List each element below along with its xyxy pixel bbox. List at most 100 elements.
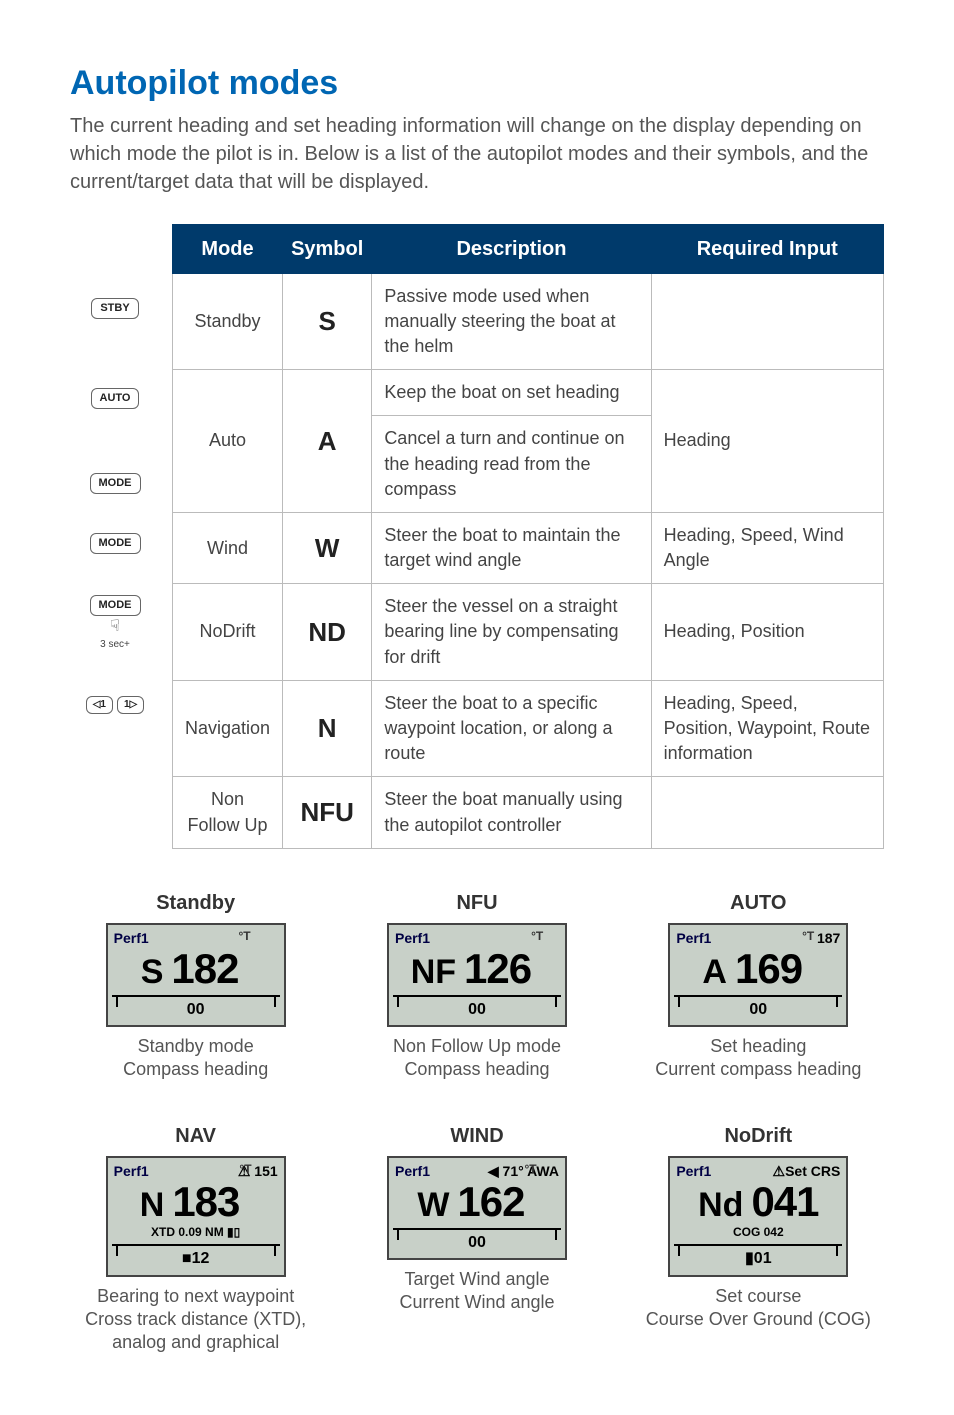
mode-req-cell: Heading — [651, 370, 883, 513]
modes-tbody: StandbySPassive mode used when manually … — [173, 273, 884, 848]
lcd-screen: Perf1⚠ 151N183°TXTD 0.09 NM ▮▯■12 — [106, 1156, 286, 1277]
mode-name-cell: Navigation — [173, 680, 283, 777]
lcd-mode-symbol: N — [140, 1188, 165, 1222]
perf-label: Perf1 — [395, 929, 430, 949]
mode-desc-cell: Passive mode used when manually steering… — [372, 273, 651, 370]
table-row: NonFollow UpNFUSteer the boat manually u… — [173, 777, 884, 848]
lcd-mode-symbol: NF — [411, 955, 456, 989]
table-row: NavigationNSteer the boat to a specific … — [173, 680, 884, 777]
mode-symbol-cell: W — [283, 512, 372, 583]
lcd-bottom-value: 00 — [468, 1001, 486, 1018]
lcd-header-right: 187 — [817, 929, 840, 949]
display-title: NoDrift — [633, 1122, 884, 1150]
lcd-screen: Perf1187A169°T00 — [668, 923, 848, 1027]
modes-table: Mode Symbol Description Required Input S… — [172, 224, 884, 849]
mode-longpress-icon: MODE☟3 sec+ — [90, 595, 141, 653]
lcd-screen: Perf1NF126°T00 — [387, 923, 567, 1027]
perf-label: Perf1 — [676, 1162, 711, 1182]
mode-icon: ◁11▷ — [70, 674, 160, 736]
display-panel: WINDPerf1◀ 71° AWAW162°T00Target Wind an… — [351, 1122, 602, 1355]
display-title: NFU — [351, 889, 602, 917]
th-symbol: Symbol — [283, 224, 372, 273]
lcd-screen: Perf1S182°T 00 — [106, 923, 286, 1027]
display-caption: Non Follow Up modeCompass heading — [351, 1035, 602, 1082]
mode-symbol-cell: NFU — [283, 777, 372, 848]
display-panel: NFUPerf1NF126°T00Non Follow Up modeCompa… — [351, 889, 602, 1082]
mode-icon: MODE☟3 sec+ — [70, 574, 160, 674]
mode-name-cell: Auto — [173, 370, 283, 513]
lcd-bottom: 00 — [114, 997, 278, 1023]
mode-key-icon: MODE — [90, 533, 141, 554]
mode-icon: AUTO — [70, 344, 160, 454]
lcd-mode-symbol: Nd — [698, 1188, 743, 1222]
display-title: AUTO — [633, 889, 884, 917]
lcd-main-row: W162°T — [395, 1181, 559, 1223]
lcd-main-row: Nd041 — [676, 1181, 840, 1223]
display-title: NAV — [70, 1122, 321, 1150]
lcd-subline: COG 042 — [676, 1224, 840, 1241]
lcd-bottom-value: ■12 — [182, 1250, 209, 1267]
mode-name-cell: NonFollow Up — [173, 777, 283, 848]
display-title: Standby — [70, 889, 321, 917]
lcd-main-value: 126 — [464, 945, 531, 992]
display-caption: Target Wind angleCurrent Wind angle — [351, 1268, 602, 1315]
display-caption: Set headingCurrent compass heading — [633, 1035, 884, 1082]
lcd-bottom: ■12 — [114, 1246, 278, 1272]
auto-key-icon: AUTO — [91, 388, 140, 409]
lcd-screen: Perf1⚠Set CRSNd041COG 042▮01 — [668, 1156, 848, 1277]
page-title: Autopilot modes — [70, 60, 884, 108]
mode-desc-cell: Steer the boat to a specific waypoint lo… — [372, 680, 651, 777]
lcd-main-value: 183 — [172, 1178, 239, 1225]
table-row: WindWSteer the boat to maintain the targ… — [173, 512, 884, 583]
lcd-subline: XTD 0.09 NM ▮▯ — [114, 1224, 278, 1241]
th-req: Required Input — [651, 224, 883, 273]
display-panel: NAVPerf1⚠ 151N183°TXTD 0.09 NM ▮▯■12Bear… — [70, 1122, 321, 1355]
mode-symbol-cell: A — [283, 370, 372, 513]
mode-req-cell: Heading, Position — [651, 584, 883, 681]
mode-req-cell: Heading, Speed, Wind Angle — [651, 512, 883, 583]
lcd-unit: °T — [239, 1162, 251, 1176]
lcd-screen: Perf1◀ 71° AWAW162°T00 — [387, 1156, 567, 1260]
lcd-main-row: S182°T — [114, 948, 278, 990]
lcd-unit: °T — [525, 1162, 537, 1176]
display-caption: Set courseCourse Over Ground (COG) — [633, 1285, 884, 1332]
mode-name-cell: NoDrift — [173, 584, 283, 681]
perf-label: Perf1 — [395, 1162, 430, 1182]
mode-desc-cell: Keep the boat on set heading — [372, 370, 651, 416]
perf-label: Perf1 — [676, 929, 711, 949]
modes-section: STBY AUTO MODE MODE MODE☟3 sec+ ◁11▷ Mode Sym… — [70, 224, 884, 849]
mode-symbol-cell: ND — [283, 584, 372, 681]
lcd-unit: °T — [238, 929, 250, 943]
display-caption: Standby modeCompass heading — [70, 1035, 321, 1082]
display-panel: AUTOPerf1187A169°T00Set headingCurrent c… — [633, 889, 884, 1082]
mode-key-icon: MODE — [90, 473, 141, 494]
lcd-main-row: NF126°T — [395, 948, 559, 990]
mode-desc-cell: Steer the boat manually using the autopi… — [372, 777, 651, 848]
mode-desc-cell: Steer the vessel on a straight bearing l… — [372, 584, 651, 681]
perf-label: Perf1 — [114, 1162, 149, 1182]
mode-name-cell: Wind — [173, 512, 283, 583]
lcd-bottom-value: 00 — [187, 1001, 205, 1018]
stby-key-icon: STBY — [91, 298, 138, 319]
mode-req-cell — [651, 777, 883, 848]
lcd-unit: °T — [531, 929, 543, 943]
mode-symbol-cell: S — [283, 273, 372, 370]
th-mode: Mode — [173, 224, 283, 273]
mode-name-cell: Standby — [173, 273, 283, 370]
mode-req-cell — [651, 273, 883, 370]
lcd-unit: °T — [802, 929, 814, 943]
nfu-keys-icon: ◁11▷ — [86, 696, 145, 714]
display-panel: Standby Perf1S182°T 00 Standby modeCompass … — [70, 889, 321, 1082]
th-desc: Description — [372, 224, 651, 273]
mode-symbol-cell: N — [283, 680, 372, 777]
lcd-bottom: 00 — [395, 997, 559, 1023]
perf-label: Perf1 — [114, 929, 149, 949]
lcd-mode-symbol: W — [417, 1188, 449, 1222]
mode-desc-cell: Steer the boat to maintain the target wi… — [372, 512, 651, 583]
mode-req-cell: Heading, Speed, Position, Waypoint, Rout… — [651, 680, 883, 777]
table-row: StandbySPassive mode used when manually … — [173, 273, 884, 370]
intro-text: The current heading and set heading info… — [70, 112, 884, 196]
mode-desc-cell: Cancel a turn and continue on the headin… — [372, 416, 651, 513]
lcd-mode-symbol: A — [702, 955, 727, 989]
lcd-bottom-value: ▮01 — [745, 1250, 772, 1267]
